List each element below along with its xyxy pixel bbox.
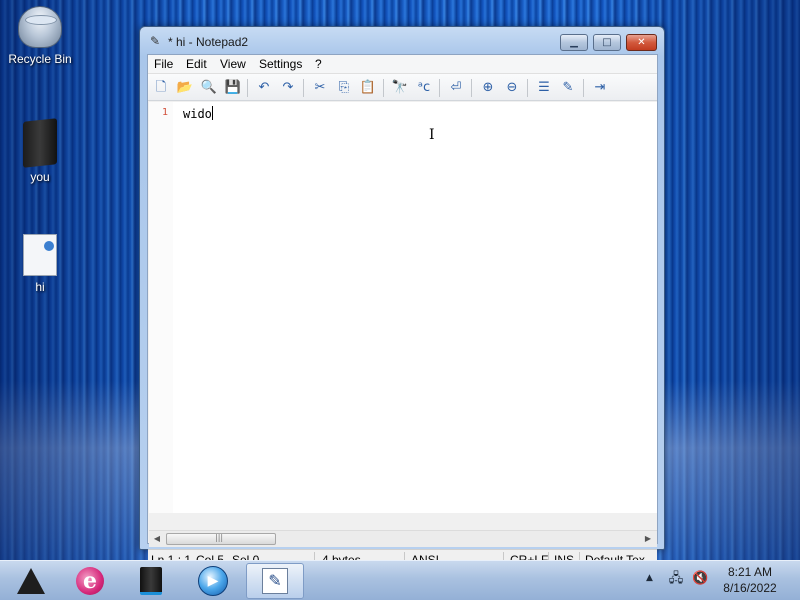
taskbar-clock[interactable]: 8:21 AM 8/16/2022 (716, 564, 784, 596)
clock-time: 8:21 AM (727, 565, 773, 579)
text-file-shortcut-icon (23, 234, 57, 276)
browse-icon[interactable]: 🔍 (200, 79, 218, 97)
toolbar-separator (303, 79, 304, 97)
toolbar-separator (383, 79, 384, 97)
menu-help[interactable]: ? (315, 57, 322, 71)
open-icon[interactable]: 📂 (176, 79, 194, 97)
scrollbar-thumb[interactable]: ||| (166, 533, 276, 545)
toolbar-separator (527, 79, 528, 97)
desktop-icon-recycle-bin[interactable]: Recycle Bin (0, 6, 80, 66)
scheme-icon[interactable]: ☰ (535, 79, 553, 97)
scroll-right-arrow-icon[interactable]: ▶ (643, 534, 653, 543)
maximize-icon: □ (602, 37, 612, 48)
show-hidden-icons-arrow[interactable]: ▲ (646, 573, 653, 583)
close-button[interactable]: ✕ (626, 34, 657, 51)
zoom-out-icon[interactable]: ⊖ (503, 79, 521, 97)
save-icon[interactable]: 💾 (224, 79, 242, 97)
toolbar: 🗋 📂 🔍 💾 ↶ ↷ ✂ ⎘ 📋 🔭 ᵃc ⏎ ⊕ ⊖ ☰ ✎ ⇥ (148, 74, 657, 101)
toolbar-separator (247, 79, 248, 97)
folder-icon (23, 118, 57, 168)
window-titlebar[interactable]: ✎ * hi - Notepad2 ▁ □ ✕ (140, 27, 664, 55)
notepad2-window: ✎ * hi - Notepad2 ▁ □ ✕ File Edit View S… (139, 26, 665, 569)
word-wrap-icon[interactable]: ⏎ (447, 79, 465, 97)
redo-icon[interactable]: ↷ (279, 79, 297, 97)
menu-bar: File Edit View Settings ? (148, 55, 657, 74)
window-title: * hi - Notepad2 (168, 35, 249, 49)
undo-icon[interactable]: ↶ (255, 79, 273, 97)
network-icon[interactable]: 🖧 (668, 571, 684, 587)
taskbar-notepad2[interactable]: ✎ (246, 563, 304, 599)
notepad2-icon: ✎ (262, 568, 288, 594)
scroll-left-arrow-icon[interactable]: ◀ (152, 534, 162, 543)
desktop-icon-label: you (30, 170, 50, 184)
toolbar-separator (471, 79, 472, 97)
desktop-icon-label: Recycle Bin (8, 52, 72, 66)
editor-line: wido (183, 106, 213, 121)
desktop-icon-label: hi (35, 280, 45, 294)
cut-icon[interactable]: ✂ (311, 79, 329, 97)
menu-settings[interactable]: Settings (259, 57, 302, 71)
horizontal-scrollbar[interactable]: ◀ ||| ▶ (149, 530, 657, 547)
desktop-icon-you[interactable]: you (0, 118, 80, 184)
recycle-bin-icon (18, 6, 62, 48)
toolbar-separator (439, 79, 440, 97)
clock-date: 8/16/2022 (723, 581, 777, 595)
taskbar-media-player[interactable]: ▶ (184, 563, 242, 599)
start-button[interactable] (2, 563, 60, 599)
copy-icon[interactable]: ⎘ (335, 79, 353, 97)
minimize-button[interactable]: ▁ (560, 34, 588, 51)
menu-edit[interactable]: Edit (186, 57, 207, 71)
line-text: wido (183, 107, 212, 121)
replace-icon[interactable]: ᵃc (415, 79, 433, 97)
menu-view[interactable]: View (220, 57, 246, 71)
customize-schemes-icon[interactable]: ✎ (559, 79, 577, 97)
media-player-icon: ▶ (198, 566, 228, 596)
mouse-ibeam-cursor: I (429, 127, 435, 143)
new-icon[interactable]: 🗋 (152, 79, 170, 97)
exit-icon[interactable]: ⇥ (591, 79, 609, 97)
zoom-in-icon[interactable]: ⊕ (479, 79, 497, 97)
minimize-icon: ▁ (570, 37, 578, 48)
close-icon: ✕ (637, 37, 646, 48)
paste-icon[interactable]: 📋 (359, 79, 377, 97)
taskbar-drive[interactable] (122, 563, 180, 599)
drive-icon (140, 567, 162, 595)
notepad2-icon: ✎ (150, 34, 161, 48)
menu-file[interactable]: File (154, 57, 173, 71)
internet-explorer-icon: e (76, 567, 104, 595)
line-number-gutter: 1 (149, 102, 173, 513)
volume-muted-icon[interactable]: 🔇 (692, 571, 708, 587)
text-caret (211, 106, 213, 120)
window-client-area: File Edit View Settings ? 🗋 📂 🔍 💾 ↶ ↷ ✂ … (147, 54, 658, 569)
maximize-button[interactable]: □ (593, 34, 621, 51)
text-editor[interactable]: 1 wido I (149, 102, 657, 513)
line-number: 1 (162, 107, 169, 118)
toolbar-separator (583, 79, 584, 97)
grip-icon: ||| (215, 533, 224, 542)
desktop-icon-hi[interactable]: hi (0, 234, 80, 294)
find-icon[interactable]: 🔭 (391, 79, 409, 97)
start-logo-icon (17, 568, 45, 594)
taskbar-internet-explorer[interactable]: e (61, 563, 119, 599)
